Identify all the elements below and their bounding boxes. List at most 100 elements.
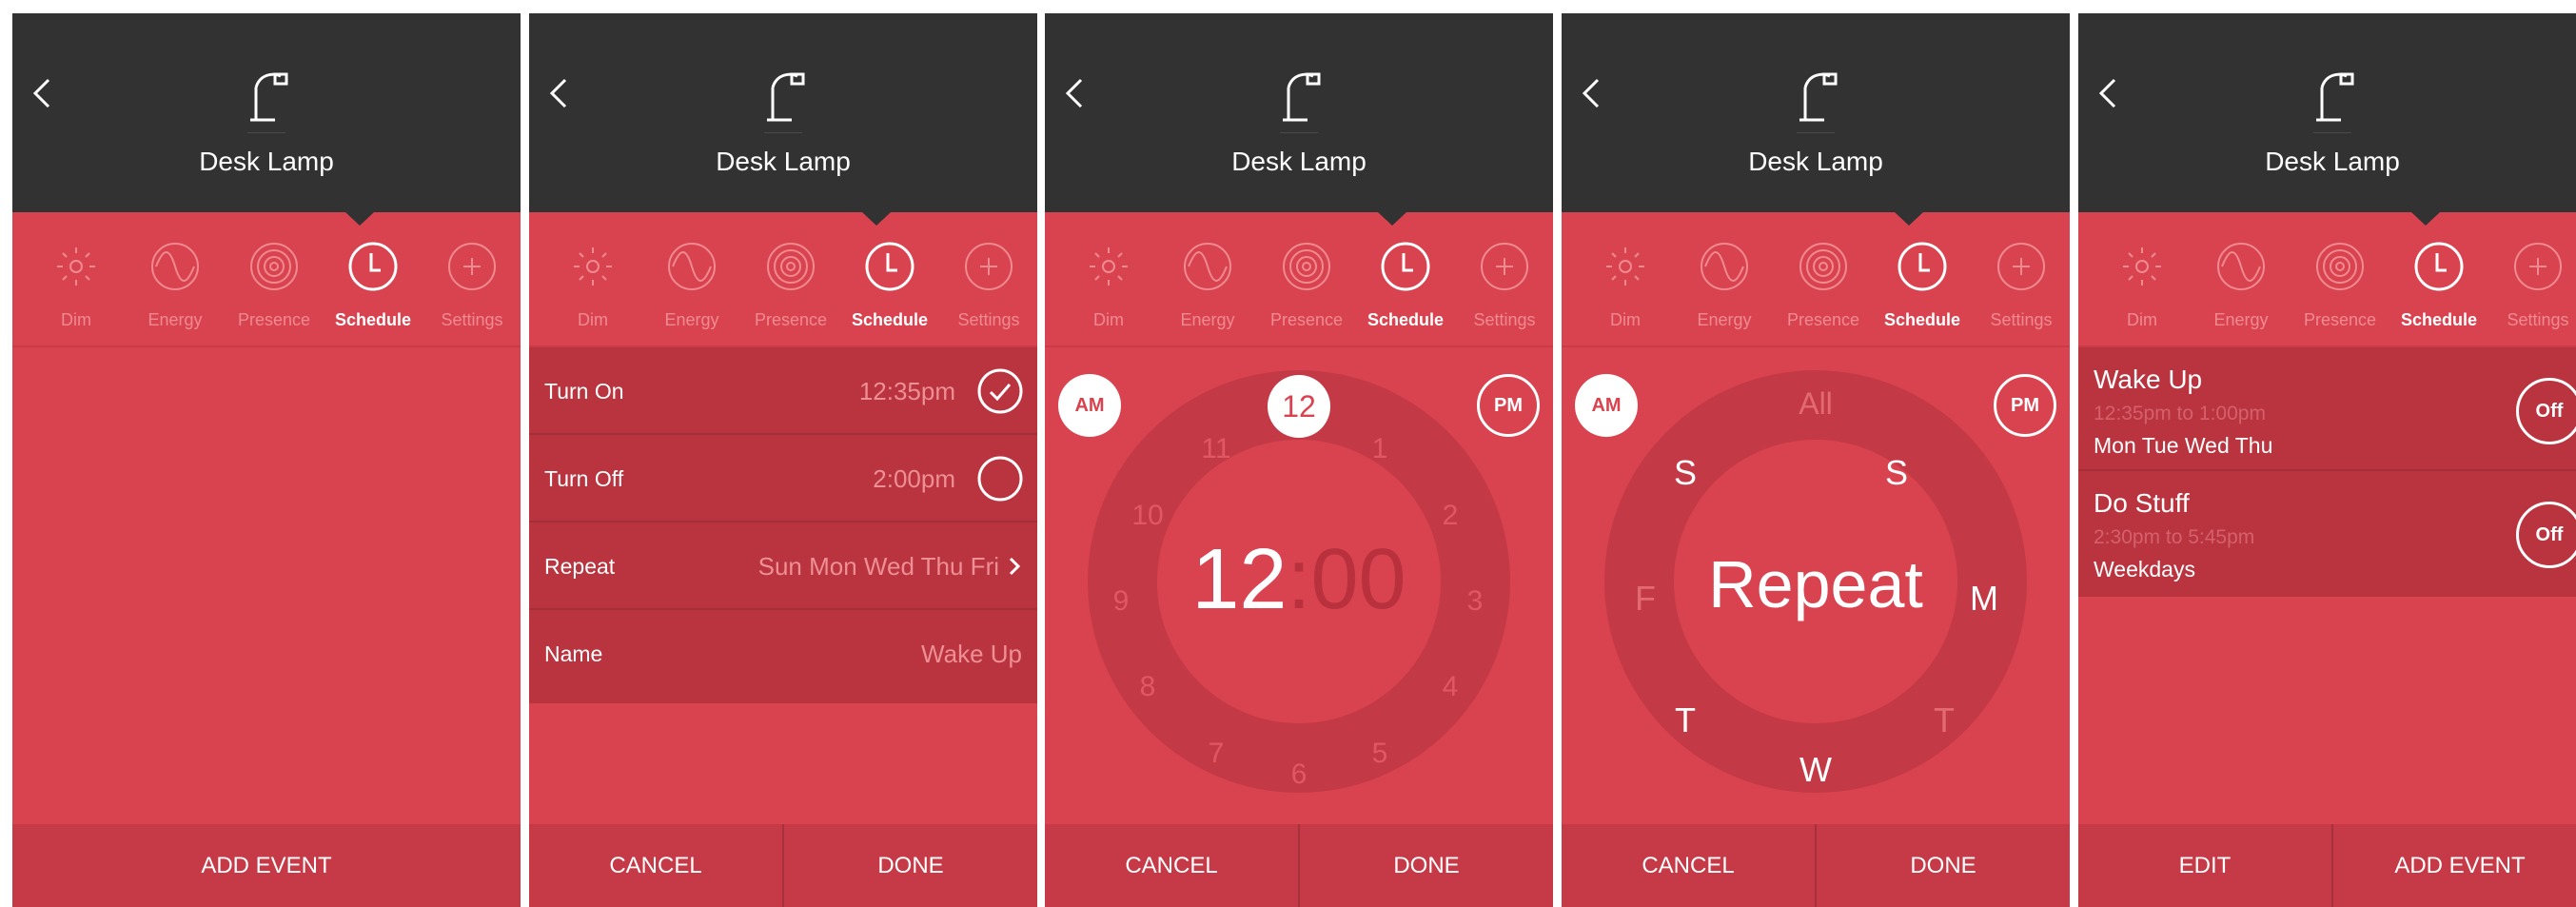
tab-label: Settings bbox=[957, 310, 1020, 329]
cancel-button[interactable]: CANCEL bbox=[1045, 824, 1298, 907]
tab-label: Presence bbox=[1786, 310, 1860, 329]
footer: CANCEL DONE bbox=[1045, 824, 1553, 907]
tab-energy[interactable]: Energy bbox=[642, 212, 741, 345]
all-days-option[interactable]: All bbox=[1787, 380, 1844, 427]
tab-label: Presence bbox=[237, 310, 311, 329]
desk-lamp-icon bbox=[1283, 72, 1321, 122]
screen-time-picker: Desk Lamp Dim Energy Presence Schedule S… bbox=[1045, 13, 1553, 907]
hour-4[interactable]: 4 bbox=[1422, 668, 1479, 706]
tab-label: Settings bbox=[1473, 310, 1536, 329]
header: Desk Lamp bbox=[12, 13, 521, 226]
tab-schedule[interactable]: Schedule bbox=[840, 212, 939, 345]
hour-1[interactable]: 1 bbox=[1351, 430, 1408, 468]
hour-5[interactable]: 5 bbox=[1351, 735, 1408, 773]
tab-bar: Dim Energy Presence Schedule Settings bbox=[1562, 212, 2070, 345]
turn-on-row[interactable]: Turn On 12:35pm bbox=[529, 347, 1037, 435]
tab-dim[interactable]: Dim bbox=[543, 212, 642, 345]
tab-settings[interactable]: Settings bbox=[939, 212, 1037, 345]
tab-energy[interactable]: Energy bbox=[2192, 212, 2291, 345]
tab-presence[interactable]: Presence bbox=[1257, 212, 1356, 345]
event-item-do-stuff[interactable]: Do Stuff 2:30pm to 5:45pm Weekdays Off bbox=[2078, 471, 2576, 595]
tab-label: Schedule bbox=[1883, 310, 1961, 329]
am-button[interactable]: AM bbox=[1058, 374, 1121, 437]
tab-schedule[interactable]: Schedule bbox=[1873, 212, 1972, 345]
add-event-button[interactable]: ADD EVENT bbox=[12, 824, 521, 907]
hour-7[interactable]: 7 bbox=[1188, 735, 1245, 773]
tab-schedule[interactable]: Schedule bbox=[2389, 212, 2488, 345]
add-event-button[interactable]: ADD EVENT bbox=[2333, 824, 2576, 907]
tab-dim[interactable]: Dim bbox=[2093, 212, 2192, 345]
tab-bar: Dim Energy Presence Schedule Settings bbox=[2078, 212, 2576, 345]
event-toggle[interactable]: Off bbox=[2516, 502, 2576, 568]
page-title: Desk Lamp bbox=[2265, 147, 2400, 176]
pm-button[interactable]: PM bbox=[1994, 374, 2056, 437]
hour-11[interactable]: 11 bbox=[1188, 430, 1245, 468]
chevron-left-icon[interactable] bbox=[541, 65, 579, 122]
tab-presence[interactable]: Presence bbox=[2291, 212, 2389, 345]
done-button[interactable]: DONE bbox=[784, 824, 1037, 907]
tab-label: Energy bbox=[147, 310, 203, 329]
tab-label: Settings bbox=[441, 310, 503, 329]
screen-schedule-empty: Desk Lamp Dim Energy Presence Schedule S… bbox=[12, 13, 521, 907]
repeat-label: Repeat bbox=[1708, 547, 1923, 621]
tab-label: Energy bbox=[1180, 310, 1235, 329]
day-wednesday[interactable]: W bbox=[1787, 746, 1844, 794]
tab-label: Schedule bbox=[334, 310, 412, 329]
plus-icon bbox=[1481, 243, 1528, 290]
tab-settings[interactable]: Settings bbox=[423, 212, 521, 345]
pm-button[interactable]: PM bbox=[1477, 374, 1540, 437]
desk-lamp-icon bbox=[2316, 72, 2354, 122]
done-button[interactable]: DONE bbox=[1817, 824, 2070, 907]
day-sunday[interactable]: S bbox=[1868, 449, 1925, 497]
check-icon[interactable] bbox=[976, 367, 1024, 415]
tab-energy[interactable]: Energy bbox=[126, 212, 225, 345]
name-row[interactable]: Name Wake Up bbox=[529, 610, 1037, 698]
sun-icon bbox=[574, 247, 612, 286]
tab-dim[interactable]: Dim bbox=[27, 212, 126, 345]
chevron-left-icon[interactable] bbox=[1573, 65, 1611, 122]
chevron-left-icon[interactable] bbox=[2090, 65, 2128, 122]
day-thursday[interactable]: T bbox=[1657, 697, 1714, 744]
tab-settings[interactable]: Settings bbox=[1455, 212, 1553, 345]
edit-button[interactable]: EDIT bbox=[2078, 824, 2331, 907]
empty-circle-icon[interactable] bbox=[976, 455, 1024, 503]
tab-dim[interactable]: Dim bbox=[1059, 212, 1158, 345]
tab-presence[interactable]: Presence bbox=[225, 212, 324, 345]
hour-6[interactable]: 6 bbox=[1270, 756, 1327, 794]
event-toggle[interactable]: Off bbox=[2516, 378, 2576, 444]
screen-repeat-picker: Desk Lamp Dim Energy Presence Schedule S… bbox=[1562, 13, 2070, 907]
footer: EDIT ADD EVENT bbox=[2078, 824, 2576, 907]
sun-icon bbox=[57, 247, 95, 286]
header: Desk Lamp bbox=[1562, 13, 2070, 226]
name-value: Wake Up bbox=[921, 640, 1022, 668]
day-saturday[interactable]: S bbox=[1657, 449, 1714, 497]
event-item-wake-up[interactable]: Wake Up 12:35pm to 1:00pm Mon Tue Wed Th… bbox=[2078, 347, 2576, 471]
repeat-row[interactable]: Repeat Sun Mon Wed Thu Fri bbox=[529, 523, 1037, 610]
event-form: Turn On 12:35pm Turn Off 2:00pm Repeat S… bbox=[529, 347, 1037, 703]
cancel-button[interactable]: CANCEL bbox=[529, 824, 782, 907]
tab-energy[interactable]: Energy bbox=[1158, 212, 1257, 345]
chevron-left-icon[interactable] bbox=[24, 65, 62, 122]
event-time: 2:30pm to 5:45pm bbox=[2094, 526, 2255, 548]
target-icon bbox=[250, 243, 298, 290]
tab-settings[interactable]: Settings bbox=[1972, 212, 2070, 345]
tab-bar: Dim Energy Presence Schedule Settings bbox=[529, 212, 1037, 345]
tab-energy[interactable]: Energy bbox=[1675, 212, 1774, 345]
tab-presence[interactable]: Presence bbox=[741, 212, 840, 345]
am-button[interactable]: AM bbox=[1575, 374, 1638, 437]
tab-presence[interactable]: Presence bbox=[1774, 212, 1873, 345]
hour-8[interactable]: 8 bbox=[1119, 668, 1176, 706]
done-button[interactable]: DONE bbox=[1300, 824, 1553, 907]
sun-icon bbox=[2123, 247, 2161, 286]
chevron-left-icon[interactable] bbox=[1056, 65, 1094, 122]
tab-settings[interactable]: Settings bbox=[2488, 212, 2576, 345]
tab-schedule[interactable]: Schedule bbox=[324, 212, 423, 345]
turn-off-row[interactable]: Turn Off 2:00pm bbox=[529, 435, 1037, 523]
plus-icon bbox=[448, 243, 496, 290]
tab-dim[interactable]: Dim bbox=[1576, 212, 1675, 345]
cancel-button[interactable]: CANCEL bbox=[1562, 824, 1815, 907]
tab-label: Energy bbox=[1697, 310, 1752, 329]
tab-schedule[interactable]: Schedule bbox=[1356, 212, 1455, 345]
day-tuesday[interactable]: T bbox=[1916, 697, 1973, 744]
selected-hour[interactable]: 12 bbox=[1268, 375, 1330, 438]
